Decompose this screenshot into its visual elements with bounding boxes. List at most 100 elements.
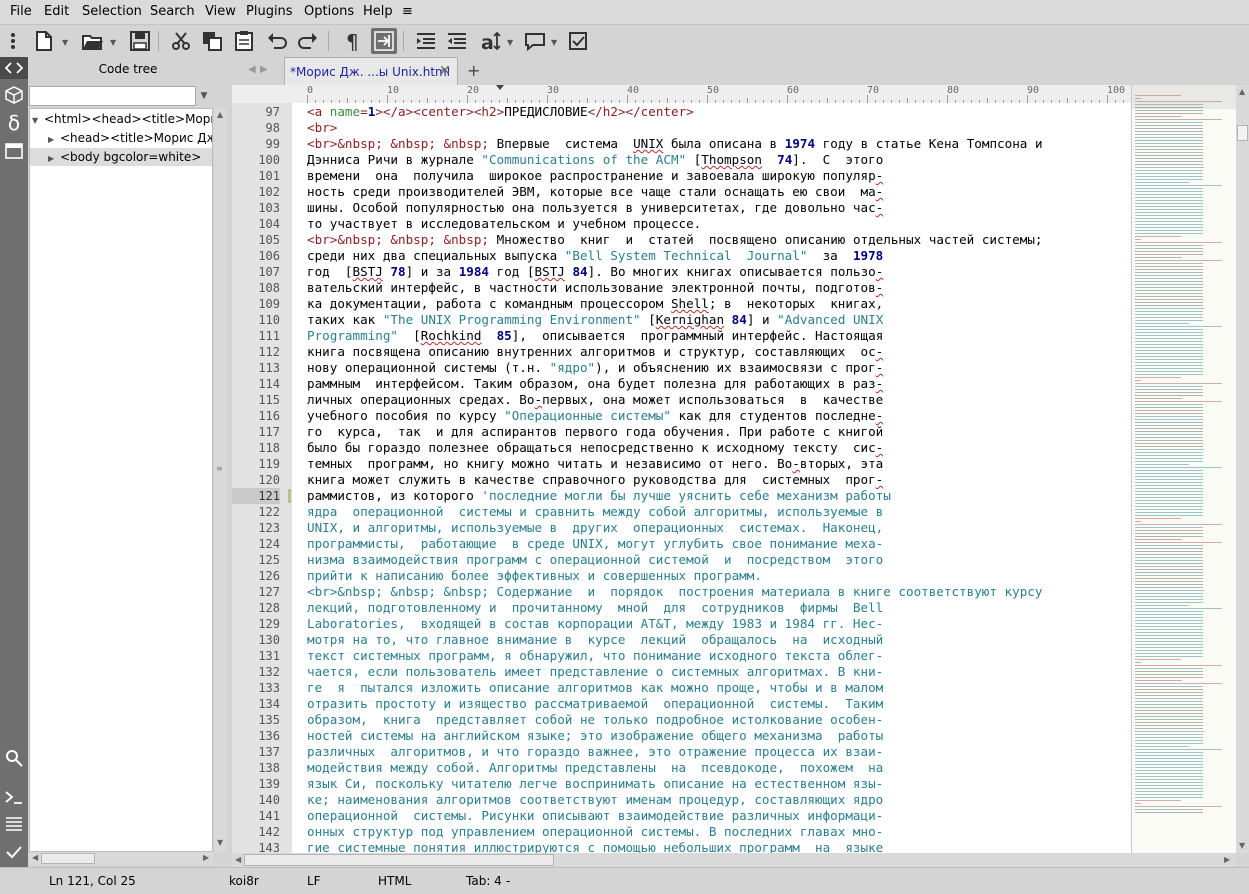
delta-icon[interactable]: δ	[3, 111, 25, 135]
code-token: Дэнниса Ричи в журнале	[307, 152, 482, 167]
line-number: 142	[258, 825, 280, 839]
tree-horizontal-scrollbar[interactable]: ◀ ▶	[29, 852, 213, 865]
scroll-down-icon[interactable]: ▼	[1239, 841, 1245, 850]
editor-horizontal-scrollbar[interactable]: ◀ ▶	[232, 853, 1236, 867]
tree-node-head[interactable]: ▶<head><title>Морис Дж. Ба	[48, 129, 212, 149]
horizontal-scroll-thumb[interactable]	[244, 854, 554, 866]
minimap-line	[1135, 422, 1203, 423]
package-icon[interactable]	[3, 84, 25, 106]
scroll-left-icon[interactable]: ◀	[235, 855, 241, 864]
scroll-right-icon[interactable]: ▶	[1224, 855, 1230, 864]
menu-help[interactable]: Help	[363, 4, 393, 19]
search-icon[interactable]	[3, 747, 25, 769]
tree-hscroll-thumb[interactable]	[41, 853, 95, 864]
menu-options[interactable]: Options	[304, 4, 354, 19]
minimap-line	[1135, 488, 1203, 489]
vertical-scroll-thumb[interactable]	[1237, 125, 1248, 141]
minimap-line	[1135, 200, 1203, 201]
text-size-icon[interactable]: a	[478, 28, 504, 54]
hamburger-menu-icon[interactable]: ≡	[402, 4, 413, 19]
tab-scroll-left-icon[interactable]: ◀	[248, 64, 256, 75]
new-tab-button[interactable]: +	[467, 61, 480, 80]
unindent-icon[interactable]	[444, 28, 470, 54]
code-line: шины. Особой популярностью она пользуетс…	[307, 200, 883, 216]
word-wrap-toggle-icon[interactable]	[371, 28, 397, 54]
checkbox-icon[interactable]	[565, 28, 591, 54]
comment-dropdown-icon[interactable]: ▼	[551, 38, 557, 47]
line-number: 111	[258, 329, 280, 343]
minimap-line	[1135, 512, 1203, 513]
pilcrow-show-whitespace-icon[interactable]: ¶	[340, 28, 366, 54]
line-number: 100	[258, 153, 280, 167]
filter-dropdown-icon[interactable]: ▼	[196, 86, 212, 106]
open-file-icon[interactable]	[79, 28, 105, 54]
menu-plugins[interactable]: Plugins	[246, 4, 293, 19]
tree-filter-input[interactable]	[29, 86, 196, 106]
toolbar-menu-icon[interactable]	[1, 28, 25, 54]
open-file-dropdown-icon[interactable]: ▼	[110, 38, 116, 47]
indent-icon[interactable]	[413, 28, 439, 54]
undo-icon[interactable]	[264, 28, 290, 54]
minimap[interactable]	[1131, 85, 1237, 853]
tree-node-html[interactable]: ▼<html><head><title>Морис Дж	[32, 110, 212, 130]
tab-document[interactable]: *Морис Дж. ...ы Unix.html ✕	[284, 57, 458, 85]
menu-selection[interactable]: Selection	[82, 4, 142, 19]
code-tree-icon[interactable]	[0, 57, 28, 79]
line-ending-indicator[interactable]: LF	[307, 874, 321, 888]
minimap-line	[1135, 164, 1203, 165]
code-editor[interactable]: <a name=1></a><center><h2>ПРЕДИСЛОВИЕ</h…	[292, 103, 1131, 853]
minimap-line	[1135, 98, 1141, 99]
terminal-icon[interactable]	[3, 786, 25, 808]
check-icon[interactable]	[3, 841, 25, 863]
save-icon[interactable]	[127, 28, 153, 54]
new-file-icon[interactable]	[31, 28, 57, 54]
tree-vertical-scrollbar[interactable]: ▲ ≡ ▼	[214, 108, 227, 852]
code-token: ; в некоторых книгах,	[708, 296, 884, 311]
scroll-up-icon[interactable]: ▲	[217, 110, 223, 119]
menu-edit[interactable]: Edit	[44, 4, 69, 19]
cut-icon[interactable]	[168, 28, 194, 54]
language-indicator[interactable]: HTML	[378, 874, 411, 888]
expand-arrow-icon[interactable]: ▼	[32, 112, 44, 130]
tab-scroll-right-icon[interactable]: ▶	[260, 64, 268, 75]
code-line: образом, книга представляет собой не тол…	[307, 712, 883, 728]
minimap-line	[1135, 317, 1203, 318]
minimap-line	[1135, 128, 1203, 129]
collapse-arrow-icon[interactable]: ▶	[48, 131, 60, 149]
comment-icon[interactable]	[522, 28, 548, 54]
minimap-line	[1135, 350, 1203, 351]
panel-icon[interactable]	[3, 140, 25, 162]
minimap-line	[1135, 269, 1203, 270]
collapse-arrow-icon[interactable]: ▶	[48, 150, 60, 168]
minimap-line	[1135, 230, 1203, 231]
tab-size-indicator[interactable]: Tab: 4	[466, 874, 502, 888]
tree-node-body[interactable]: ▶ <body bgcolor=white>	[30, 148, 212, 168]
menu-search[interactable]: Search	[150, 4, 195, 19]
minimap-line	[1135, 566, 1203, 567]
minimap-line	[1135, 179, 1203, 180]
minimap-line	[1135, 758, 1203, 759]
minimap-line	[1135, 161, 1203, 162]
paste-icon[interactable]	[231, 28, 257, 54]
menu-view[interactable]: View	[205, 4, 236, 19]
scroll-up-icon[interactable]: ▲	[1239, 87, 1245, 96]
scroll-right-icon[interactable]: ▶	[203, 853, 209, 862]
text-size-dropdown-icon[interactable]: ▼	[507, 38, 513, 47]
ruler-label: 30	[547, 85, 560, 96]
minimap-viewport[interactable]	[1132, 85, 1237, 109]
redo-icon[interactable]	[295, 28, 321, 54]
close-tab-icon[interactable]: ✕	[439, 63, 451, 79]
menu-file[interactable]: File	[10, 4, 32, 19]
editor-vertical-scrollbar[interactable]: ▲ ▼	[1236, 85, 1249, 853]
code-token: Rochkind	[420, 328, 482, 343]
list-icon[interactable]	[3, 813, 25, 835]
encoding-indicator[interactable]: koi8r	[229, 874, 259, 888]
new-file-dropdown-icon[interactable]: ▼	[62, 38, 68, 47]
scroll-left-icon[interactable]: ◀	[32, 853, 38, 862]
scroll-grip-icon[interactable]: ≡	[216, 464, 223, 473]
minimap-line	[1135, 341, 1203, 342]
code-line: <br>&nbsp; &nbsp; &nbsp; Множество книг …	[307, 232, 1043, 248]
scroll-down-icon[interactable]: ▼	[217, 838, 223, 847]
copy-icon[interactable]	[199, 28, 225, 54]
code-tree-panel: Code tree ▼ ▼<html><head><title>Морис Дж…	[28, 57, 228, 867]
